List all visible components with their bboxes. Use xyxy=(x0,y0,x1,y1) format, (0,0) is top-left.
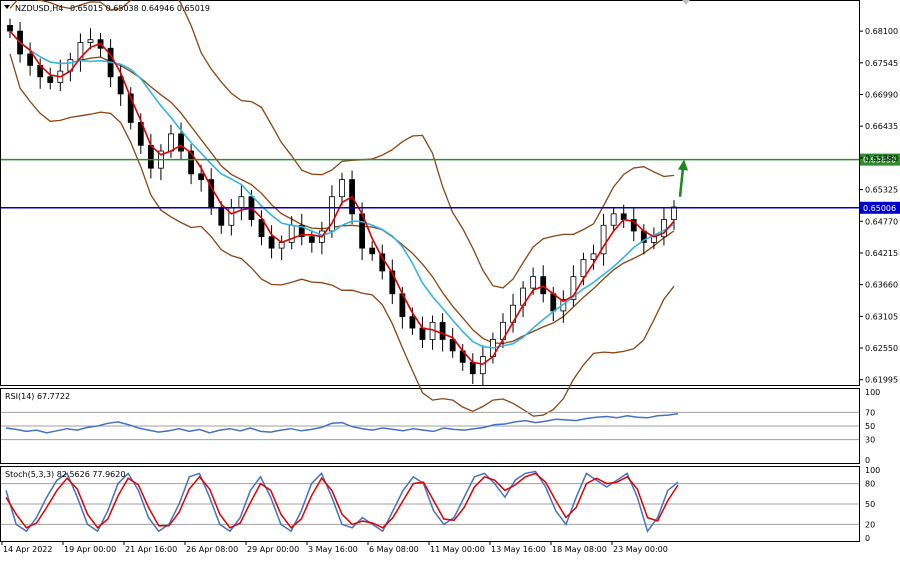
symbol-label: NZDUSD,H4 xyxy=(15,4,63,13)
stoch-title: Stoch(5,3,3) 82.5626 77.9620 xyxy=(5,470,125,479)
time-tick-label: 11 May 00:00 xyxy=(430,545,485,554)
time-tick-label: 18 May 08:00 xyxy=(552,545,607,554)
candle-body xyxy=(278,241,285,249)
time-tick-label: 14 Apr 2022 xyxy=(3,545,52,554)
candle-body xyxy=(580,259,587,278)
stoch-axis-label: 20 xyxy=(865,520,875,529)
candle-body xyxy=(439,321,446,340)
candle-body xyxy=(238,196,245,209)
rsi-axis-label: 30 xyxy=(865,436,875,445)
candle-body xyxy=(530,276,537,289)
chart-window: 0.65850 0.65006 0.68100 0.67545 0.66990 0.66… xyxy=(0,0,900,558)
time-tick-label: 21 Apr 16:00 xyxy=(125,545,177,554)
stoch-axis-label: 0 xyxy=(865,534,870,543)
stoch-axis-label: 50 xyxy=(865,500,875,509)
time-tick-label: 26 Apr 08:00 xyxy=(186,545,238,554)
time-tick-label: 13 May 16:00 xyxy=(491,545,546,554)
stoch-signal-line xyxy=(5,472,679,529)
candle-body xyxy=(409,316,416,329)
price-tick-label: 0.67545 xyxy=(865,59,898,68)
candle-body xyxy=(268,236,275,249)
trend-arrow-icon xyxy=(678,159,688,171)
candle-body xyxy=(540,276,547,295)
trend-arrow-shaft xyxy=(678,167,685,197)
price-tick-label: 0.68100 xyxy=(865,27,898,36)
rsi-series: 100 70 50 30 0 xyxy=(1,388,880,465)
chart-canvas: 0.658500.65006 0.68100 0.67545 0.66990 0.66… xyxy=(0,0,900,554)
bollinger-upper xyxy=(9,0,675,289)
stoch-axis-label: 80 xyxy=(865,480,875,489)
time-tick-label: 29 Apr 00:00 xyxy=(247,545,299,554)
candle-body xyxy=(87,39,94,43)
price-tick-label: 0.64770 xyxy=(865,217,898,226)
rsi-axis-label: 70 xyxy=(865,408,875,417)
time-tick-label: 6 May 08:00 xyxy=(369,545,419,554)
price-tick-label: 0.66435 xyxy=(865,122,898,131)
candle-body xyxy=(369,247,376,255)
candle-body xyxy=(308,236,315,243)
price-tick-label: 0.66990 xyxy=(865,91,898,100)
price-label-text: 0.65006 xyxy=(863,204,896,213)
candle-body xyxy=(339,179,345,198)
stoch-series: 100 80 50 20 0 xyxy=(1,466,880,543)
candle-body xyxy=(610,213,617,226)
rsi-title: RSI(14) 67.7722 xyxy=(5,392,70,401)
rsi-line xyxy=(5,413,679,434)
candle-body xyxy=(178,133,184,152)
candle-body xyxy=(620,213,627,220)
candle-body xyxy=(469,361,476,375)
bollinger-lower xyxy=(9,53,675,417)
price-tick-label: 0.65325 xyxy=(865,186,898,195)
rsi-axis-label: 0 xyxy=(865,456,870,465)
candle-body xyxy=(7,25,13,32)
collapse-icon[interactable] xyxy=(4,5,10,9)
price-tick-label: 0.63660 xyxy=(865,281,898,290)
candle-body xyxy=(27,53,34,66)
candle-body xyxy=(218,207,225,226)
candle-body xyxy=(117,76,124,95)
candle-body xyxy=(198,173,205,180)
time-tick-label: 3 May 16:00 xyxy=(308,545,358,554)
horizontal-lines: 0.658500.65006 xyxy=(1,153,900,214)
scroll-marker-icon[interactable] xyxy=(682,0,690,5)
candle-body xyxy=(590,253,597,260)
stoch-main-line xyxy=(5,470,679,533)
candle-body xyxy=(228,207,235,226)
candle-body xyxy=(671,206,677,220)
stoch-axis-label: 100 xyxy=(865,466,880,475)
candle-body xyxy=(168,133,174,152)
rsi-axis-label: 100 xyxy=(865,388,880,397)
ohlc-label: 0.65015 0.65038 0.64946 0.65019 xyxy=(70,4,210,13)
price-tick-label: 0.64215 xyxy=(865,249,898,258)
candle-body xyxy=(550,293,557,312)
candle-body xyxy=(47,76,54,83)
price-tick-label: 0.63105 xyxy=(865,312,898,321)
rsi-axis-label: 50 xyxy=(865,422,875,431)
price-tick-label: 0.62550 xyxy=(865,344,898,353)
candle-body xyxy=(479,356,486,375)
time-tick-label: 19 Apr 00:00 xyxy=(64,545,116,554)
price-tick-label: 0.65880 xyxy=(865,154,898,163)
time-axis: 14 Apr 2022 19 Apr 00:00 21 Apr 16:00 26 Ap… xyxy=(1,542,668,554)
price-tick-label: 0.61995 xyxy=(865,376,898,385)
candle-body xyxy=(419,327,426,340)
time-tick-label: 23 May 00:00 xyxy=(613,545,668,554)
candle-body xyxy=(147,144,154,169)
